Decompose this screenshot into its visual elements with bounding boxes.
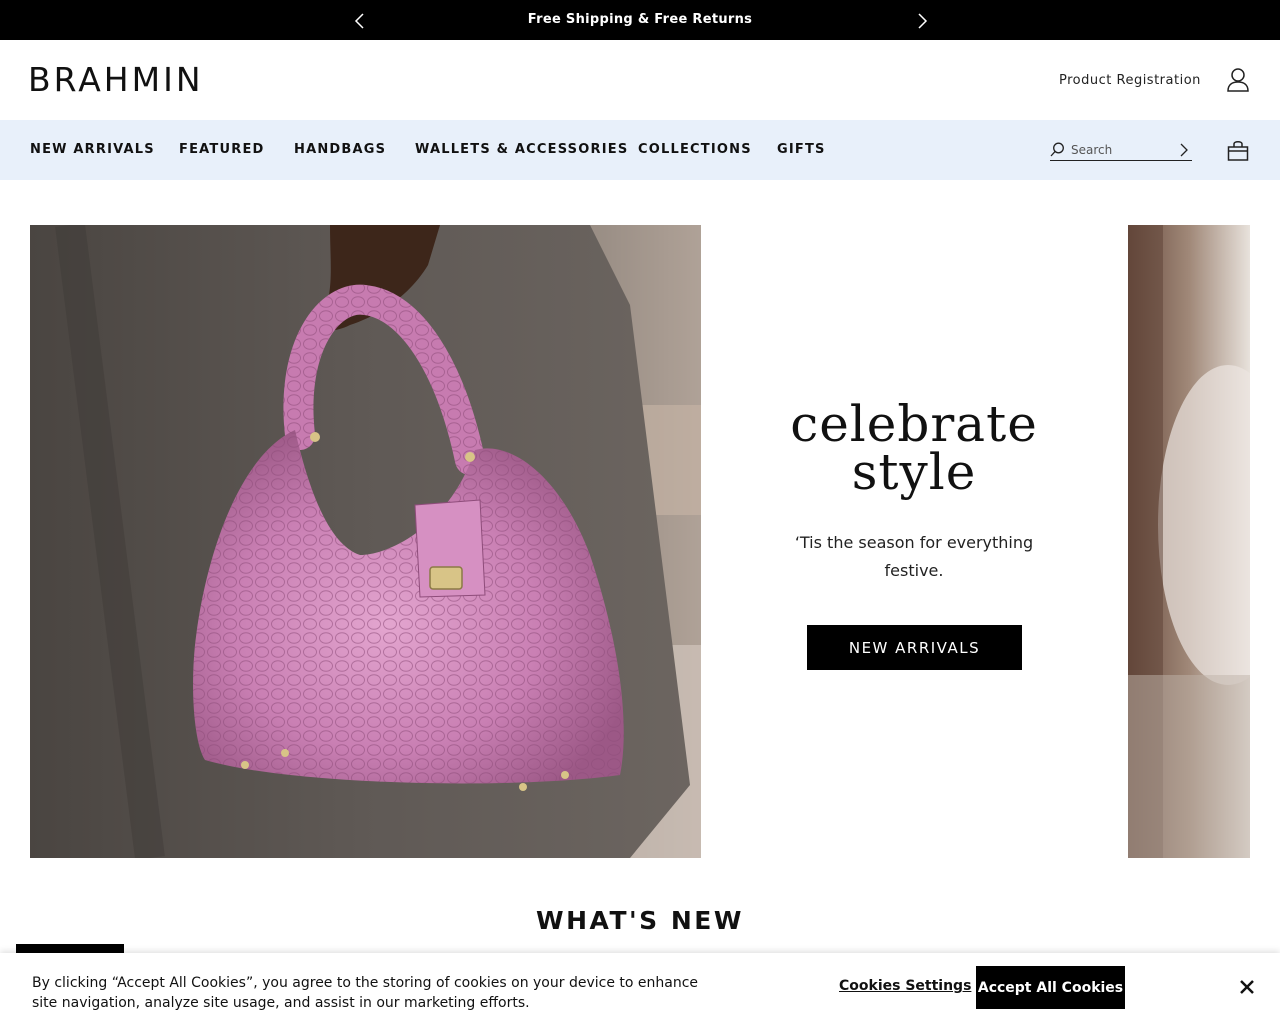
site-header: BRAHMIN Product Registration (0, 40, 1280, 120)
handbag-photo (30, 225, 701, 858)
hero-next-slide-image[interactable] (1128, 225, 1250, 858)
whats-new-heading: WHAT'S NEW (536, 906, 744, 935)
slide-preview-photo (1128, 225, 1250, 858)
search-input[interactable] (1071, 142, 1171, 158)
nav-item-wallets-accessories[interactable]: WALLETS & ACCESSORIES (415, 142, 628, 157)
chevron-right-icon[interactable] (914, 12, 930, 30)
brand-logo[interactable]: BRAHMIN (28, 60, 204, 99)
product-registration-link[interactable]: Product Registration (1059, 73, 1201, 88)
close-icon[interactable] (1238, 978, 1256, 996)
search-box (1050, 140, 1192, 161)
nav-item-gifts[interactable]: GIFTS (777, 142, 826, 157)
hero-title-line-1: celebrate (790, 395, 1038, 453)
hero-title: celebrate style (760, 395, 1068, 501)
nav-item-collections[interactable]: COLLECTIONS (638, 142, 752, 157)
cookie-notice-text: By clicking “Accept All Cookies”, you ag… (32, 975, 699, 1011)
search-submit-icon[interactable] (1178, 142, 1190, 158)
hero-copy: celebrate style ‘Tis the season for ever… (760, 395, 1068, 585)
nav-item-featured[interactable]: FEATURED (179, 142, 265, 157)
promo-bar: Free Shipping & Free Returns (0, 0, 1280, 40)
hero-subtitle: ‘Tis the season for everything festive. (794, 533, 1034, 580)
nav-item-new-arrivals[interactable]: NEW ARRIVALS (30, 142, 155, 157)
shopping-bag-icon[interactable] (1227, 139, 1249, 161)
hero-title-line-2: style (851, 443, 977, 501)
hero-image[interactable] (30, 225, 701, 858)
cookie-banner: By clicking “Accept All Cookies”, you ag… (0, 953, 1280, 1024)
cookies-settings-button[interactable]: Cookies Settings (839, 978, 971, 994)
promo-message[interactable]: Free Shipping & Free Returns (0, 12, 1280, 27)
accept-all-cookies-button[interactable]: Accept All Cookies (976, 966, 1125, 1009)
nav-item-handbags[interactable]: HANDBAGS (294, 142, 386, 157)
new-arrivals-cta-button[interactable]: NEW ARRIVALS (807, 625, 1022, 670)
search-icon (1050, 142, 1064, 157)
user-icon[interactable] (1226, 67, 1250, 93)
